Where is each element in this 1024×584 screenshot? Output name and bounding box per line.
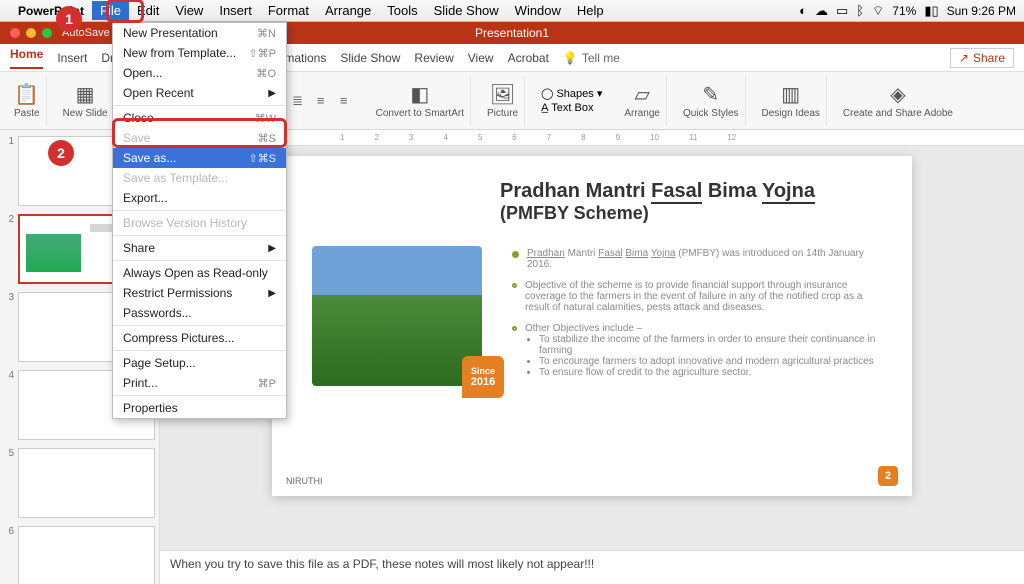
quick-styles-button[interactable]: ✎Quick Styles	[677, 76, 746, 126]
horizontal-ruler: 123456789101112	[160, 130, 1024, 146]
slide-canvas[interactable]: Pradhan Mantri Fasal Bima Yojna (PMFBY S…	[272, 156, 912, 496]
tab-review[interactable]: Review	[414, 51, 453, 65]
battery-icon[interactable]: ▮▯	[924, 3, 938, 19]
menu-item-compress-pictures-[interactable]: Compress Pictures...	[113, 328, 286, 348]
text-box-button[interactable]: A̲ Text Box	[541, 102, 593, 114]
tell-me-search[interactable]: 💡 Tell me	[563, 51, 620, 65]
menu-item-save: Save⌘S	[113, 128, 286, 148]
menu-item-save-as-[interactable]: Save as...⇧⌘S	[113, 148, 286, 168]
window-title: Presentation1	[475, 26, 549, 40]
menu-item-open-recent[interactable]: Open Recent▶	[113, 83, 286, 103]
shapes-group[interactable]: ◯ Shapes ▾ A̲ Text Box	[535, 76, 608, 126]
arrange-icon: ▱	[634, 82, 649, 107]
close-window-button[interactable]	[10, 28, 20, 38]
menu-item-share[interactable]: Share▶	[113, 238, 286, 258]
zoom-window-button[interactable]	[42, 28, 52, 38]
wifi-icon[interactable]: ⌔	[872, 3, 884, 19]
menu-format[interactable]: Format	[260, 1, 317, 20]
menu-item-save-as-template-: Save as Template...	[113, 168, 286, 188]
design-ideas-button[interactable]: ▥Design Ideas	[756, 76, 827, 126]
adobe-icon: ◈	[890, 82, 905, 107]
numbering-button[interactable]: ≣	[288, 91, 308, 111]
sync-icon[interactable]: ◐	[799, 3, 807, 18]
menu-item-open-[interactable]: Open...⌘O	[113, 63, 286, 83]
thumb-row-5[interactable]: 5	[4, 448, 155, 518]
cloud-icon[interactable]: ☁	[815, 3, 828, 19]
arrange-button[interactable]: ▱Arrange	[618, 76, 667, 126]
new-slide-button[interactable]: ▦New Slide	[57, 76, 115, 126]
menu-item-always-open-as-read-only[interactable]: Always Open as Read-only	[113, 263, 286, 283]
design-ideas-icon: ▥	[781, 82, 800, 107]
tab-view[interactable]: View	[468, 51, 494, 65]
smartart-icon: ◧	[410, 82, 429, 107]
menu-tools[interactable]: Tools	[379, 1, 425, 20]
slide-canvas-wrap[interactable]: Pradhan Mantri Fasal Bima Yojna (PMFBY S…	[160, 146, 1024, 550]
slide-thumbnail-5[interactable]	[18, 448, 155, 518]
menu-item-close[interactable]: Close⌘W	[113, 108, 286, 128]
tab-insert[interactable]: Insert	[57, 51, 87, 65]
menu-item-new-from-template-[interactable]: New from Template...⇧⌘P	[113, 43, 286, 63]
adobe-button[interactable]: ◈Create and Share Adobe	[837, 76, 959, 126]
editor-area: 123456789101112 Pradhan Mantri Fasal Bim…	[160, 130, 1024, 584]
tab-acrobat[interactable]: Acrobat	[508, 51, 549, 65]
menu-insert[interactable]: Insert	[211, 1, 260, 20]
convert-smartart-button[interactable]: ◧Convert to SmartArt	[370, 76, 471, 126]
slide-title[interactable]: Pradhan Mantri Fasal Bima Yojna (PMFBY S…	[500, 180, 884, 224]
clipboard-icon: 📋	[14, 82, 39, 107]
since-badge: Since2016	[462, 356, 504, 398]
menu-edit[interactable]: Edit	[129, 1, 167, 20]
picture-icon: 🖼	[490, 82, 515, 107]
notes-pane[interactable]: When you try to save this file as a PDF,…	[160, 550, 1024, 584]
menu-item-restrict-permissions[interactable]: Restrict Permissions▶	[113, 283, 286, 303]
thumb-row-6[interactable]: 6	[4, 526, 155, 584]
paste-button[interactable]: 📋Paste	[8, 76, 47, 126]
minimize-window-button[interactable]	[26, 28, 36, 38]
file-dropdown-menu: New Presentation⌘NNew from Template...⇧⌘…	[112, 22, 287, 419]
mac-status-right: ◐ ☁ ▭ ᛒ ⌔ 71% ▮▯ Sun 9:26 PM	[799, 3, 1016, 19]
menu-item-page-setup-[interactable]: Page Setup...	[113, 353, 286, 373]
menu-item-browse-version-history: Browse Version History	[113, 213, 286, 233]
slide-number-badge: 2	[878, 466, 898, 486]
display-icon[interactable]: ▭	[836, 3, 848, 19]
slide-thumbnail-6[interactable]	[18, 526, 155, 584]
share-button[interactable]: ↗ Share	[950, 48, 1014, 68]
align-center-button[interactable]: ≡	[334, 91, 354, 111]
traffic-lights	[0, 28, 52, 38]
menu-item-new-presentation[interactable]: New Presentation⌘N	[113, 23, 286, 43]
menu-item-print-[interactable]: Print...⌘P	[113, 373, 286, 393]
menu-arrange[interactable]: Arrange	[317, 1, 379, 20]
annotation-badge-2: 2	[48, 140, 74, 166]
shapes-button[interactable]: ◯ Shapes ▾	[541, 87, 602, 100]
menu-window[interactable]: Window	[507, 1, 569, 20]
slide-image[interactable]	[312, 246, 482, 386]
slide-logo: NIRUTHI	[286, 476, 323, 486]
picture-button[interactable]: 🖼Picture	[481, 76, 525, 126]
bluetooth-icon[interactable]: ᛒ	[856, 3, 864, 18]
menu-view[interactable]: View	[167, 1, 211, 20]
quick-styles-icon: ✎	[702, 82, 719, 107]
clock[interactable]: Sun 9:26 PM	[947, 4, 1016, 18]
annotation-badge-1: 1	[56, 6, 82, 32]
menu-help[interactable]: Help	[569, 1, 612, 20]
tab-home[interactable]: Home	[10, 47, 43, 69]
mac-menu-bar: PowerPoint File Edit View Insert Format …	[0, 0, 1024, 22]
menu-item-export-[interactable]: Export...	[113, 188, 286, 208]
menu-item-properties[interactable]: Properties	[113, 398, 286, 418]
menu-slide-show[interactable]: Slide Show	[426, 1, 507, 20]
align-left-button[interactable]: ≡	[311, 91, 331, 111]
slide-body[interactable]: Pradhan Mantri Fasal Bima Yojna (PMFBY) …	[512, 248, 884, 388]
new-slide-icon: ▦	[76, 82, 95, 107]
menu-item-passwords-[interactable]: Passwords...	[113, 303, 286, 323]
battery-percent: 71%	[892, 4, 916, 18]
menu-file[interactable]: File	[92, 1, 129, 20]
tab-slide-show[interactable]: Slide Show	[340, 51, 400, 65]
